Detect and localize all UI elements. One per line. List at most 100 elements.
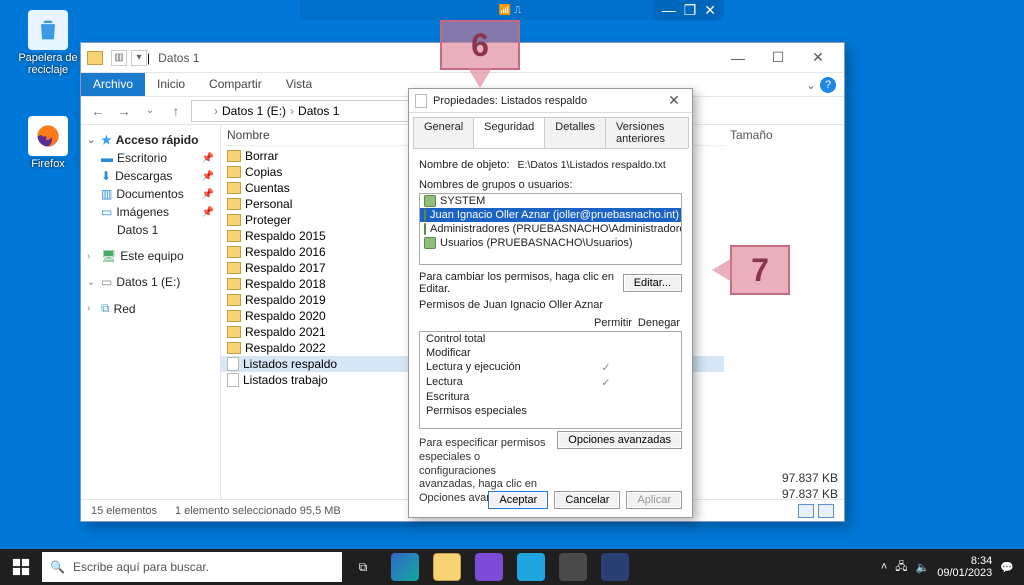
edit-button[interactable]: Editar...: [623, 274, 682, 292]
quick-access-toolbar[interactable]: ▥▾: [111, 50, 147, 66]
start-button[interactable]: [0, 549, 42, 585]
group-item[interactable]: Usuarios (PRUEBASNACHO\Usuarios): [420, 236, 681, 250]
taskbar-app-teal[interactable]: [510, 549, 552, 585]
tab-details[interactable]: Detalles: [544, 117, 606, 148]
task-view-button[interactable]: ⧉: [342, 549, 384, 585]
taskbar-server-manager[interactable]: [552, 549, 594, 585]
help-icon[interactable]: ?: [820, 77, 836, 93]
dialog-close-button[interactable]: ✕: [662, 92, 686, 109]
recycle-bin[interactable]: Papelera de reciclaje: [18, 10, 78, 76]
nav-network[interactable]: ›⧉Red: [85, 299, 216, 318]
taskbar: 🔍 Escribe aquí para buscar. ⧉ ˄ 🖧 🔈 8:34…: [0, 549, 1024, 585]
annotation-7: 7: [730, 245, 790, 295]
up-button[interactable]: ↑: [165, 100, 187, 122]
taskbar-edge[interactable]: [384, 549, 426, 585]
view-tiles-icon[interactable]: [818, 504, 834, 518]
tab-previous-versions[interactable]: Versiones anteriores: [605, 117, 689, 148]
group-item[interactable]: Juan Ignacio Oller Aznar (joller@pruebas…: [420, 208, 681, 222]
sound-icon[interactable]: 🔈: [916, 561, 930, 574]
network-icon[interactable]: 🖧: [895, 558, 907, 577]
permission-name: Lectura y ejecución: [426, 361, 583, 374]
firefox-label: Firefox: [31, 158, 65, 170]
tab-security[interactable]: Seguridad: [473, 117, 545, 148]
nav-drive[interactable]: ⌄▭Datos 1 (E:): [85, 273, 216, 291]
tab-home[interactable]: Inicio: [145, 73, 197, 96]
folder-icon: [227, 342, 241, 354]
search-input[interactable]: 🔍 Escribe aquí para buscar.: [42, 552, 342, 582]
group-name: Administradores (PRUEBASNACHO\Administra…: [430, 223, 682, 235]
firefox-icon: [28, 116, 68, 156]
folder-icon: [227, 278, 241, 290]
nav-pictures[interactable]: ▭Imágenes📌: [85, 203, 216, 221]
permission-allow: [583, 347, 629, 359]
permission-deny: [629, 347, 675, 359]
permission-row: Modificar: [420, 346, 681, 360]
permission-row: Control total: [420, 332, 681, 346]
close-button[interactable]: ✕: [798, 46, 838, 70]
folder-icon: [227, 326, 241, 338]
group-item[interactable]: SYSTEM: [420, 194, 681, 208]
group-icon: [424, 223, 426, 235]
nav-quick-access[interactable]: ⌄★Acceso rápido: [85, 131, 216, 149]
nav-datos1[interactable]: Datos 1: [85, 221, 216, 239]
permissions-listbox[interactable]: Control totalModificarLectura y ejecució…: [419, 331, 682, 429]
folder-icon: [196, 105, 210, 117]
tab-file[interactable]: Archivo: [81, 73, 145, 96]
tab-view[interactable]: Vista: [274, 73, 324, 96]
window-title: Datos 1: [158, 51, 199, 65]
recycle-label: Papelera de reciclaje: [18, 52, 77, 76]
clock[interactable]: 8:34 09/01/2023: [937, 555, 992, 579]
forward-button[interactable]: →: [113, 100, 135, 122]
groups-listbox[interactable]: SYSTEMJuan Ignacio Oller Aznar (joller@p…: [419, 193, 682, 265]
group-name: Juan Ignacio Oller Aznar (joller@pruebas…: [430, 209, 679, 221]
permission-allow: ✓: [583, 361, 629, 374]
maximize-button[interactable]: ☐: [758, 46, 798, 70]
advanced-button[interactable]: Opciones avanzadas: [557, 431, 682, 449]
document-icon: [415, 94, 427, 108]
file-size: 97.837 KB: [730, 470, 838, 486]
tab-share[interactable]: Compartir: [197, 73, 274, 96]
ok-button[interactable]: Aceptar: [488, 491, 548, 509]
crumb-drive[interactable]: Datos 1 (E:): [222, 104, 286, 118]
col-size[interactable]: Tamaño: [730, 128, 838, 142]
group-item[interactable]: Administradores (PRUEBASNACHO\Administra…: [420, 222, 681, 236]
taskbar-app-navy[interactable]: [594, 549, 636, 585]
permission-allow: [583, 333, 629, 345]
folder-icon: [227, 182, 241, 194]
status-selection: 1 elemento seleccionado 95,5 MB: [175, 505, 341, 517]
nav-downloads[interactable]: ⬇Descargas📌: [85, 167, 216, 185]
notifications-icon[interactable]: 💬: [1000, 561, 1014, 574]
permission-row: Escritura: [420, 390, 681, 404]
folder-icon: [227, 262, 241, 274]
taskbar-app-purple[interactable]: [468, 549, 510, 585]
permission-deny: [629, 376, 675, 389]
document-icon: [227, 373, 239, 387]
dialog-titlebar[interactable]: Propiedades: Listados respaldo ✕: [409, 89, 692, 113]
folder-icon: [227, 310, 241, 322]
group-icon: [424, 195, 436, 207]
system-tray[interactable]: ˄ 🖧 🔈 8:34 09/01/2023 💬: [871, 555, 1024, 579]
apply-button[interactable]: Aplicar: [626, 491, 682, 509]
view-details-icon[interactable]: [798, 504, 814, 518]
nav-documents[interactable]: ▥Documentos📌: [85, 185, 216, 203]
vm-window-controls[interactable]: ―❐✕: [654, 0, 724, 21]
minimize-button[interactable]: ―: [718, 46, 758, 70]
permission-deny: [629, 391, 675, 403]
nav-this-pc[interactable]: ›🖥Este equipo: [85, 247, 216, 265]
taskbar-explorer[interactable]: [426, 549, 468, 585]
back-button[interactable]: ←: [87, 100, 109, 122]
firefox-shortcut[interactable]: Firefox: [18, 116, 78, 170]
group-name: Usuarios (PRUEBASNACHO\Usuarios): [440, 237, 633, 249]
tab-general[interactable]: General: [413, 117, 474, 148]
dialog-tabs: General Seguridad Detalles Versiones ant…: [413, 117, 688, 149]
crumb-folder[interactable]: Datos 1: [298, 104, 339, 118]
permission-deny: [629, 405, 675, 417]
nav-desktop[interactable]: ▬Escritorio📌: [85, 149, 216, 167]
cancel-button[interactable]: Cancelar: [554, 491, 620, 509]
tray-up-icon[interactable]: ˄: [881, 561, 887, 573]
col-deny: Denegar: [636, 317, 682, 329]
folder-icon: [227, 166, 241, 178]
permission-row: Lectura y ejecución✓: [420, 360, 681, 375]
recent-button[interactable]: ⌄: [139, 100, 161, 122]
chevron-down-icon[interactable]: ⌄: [806, 78, 816, 92]
